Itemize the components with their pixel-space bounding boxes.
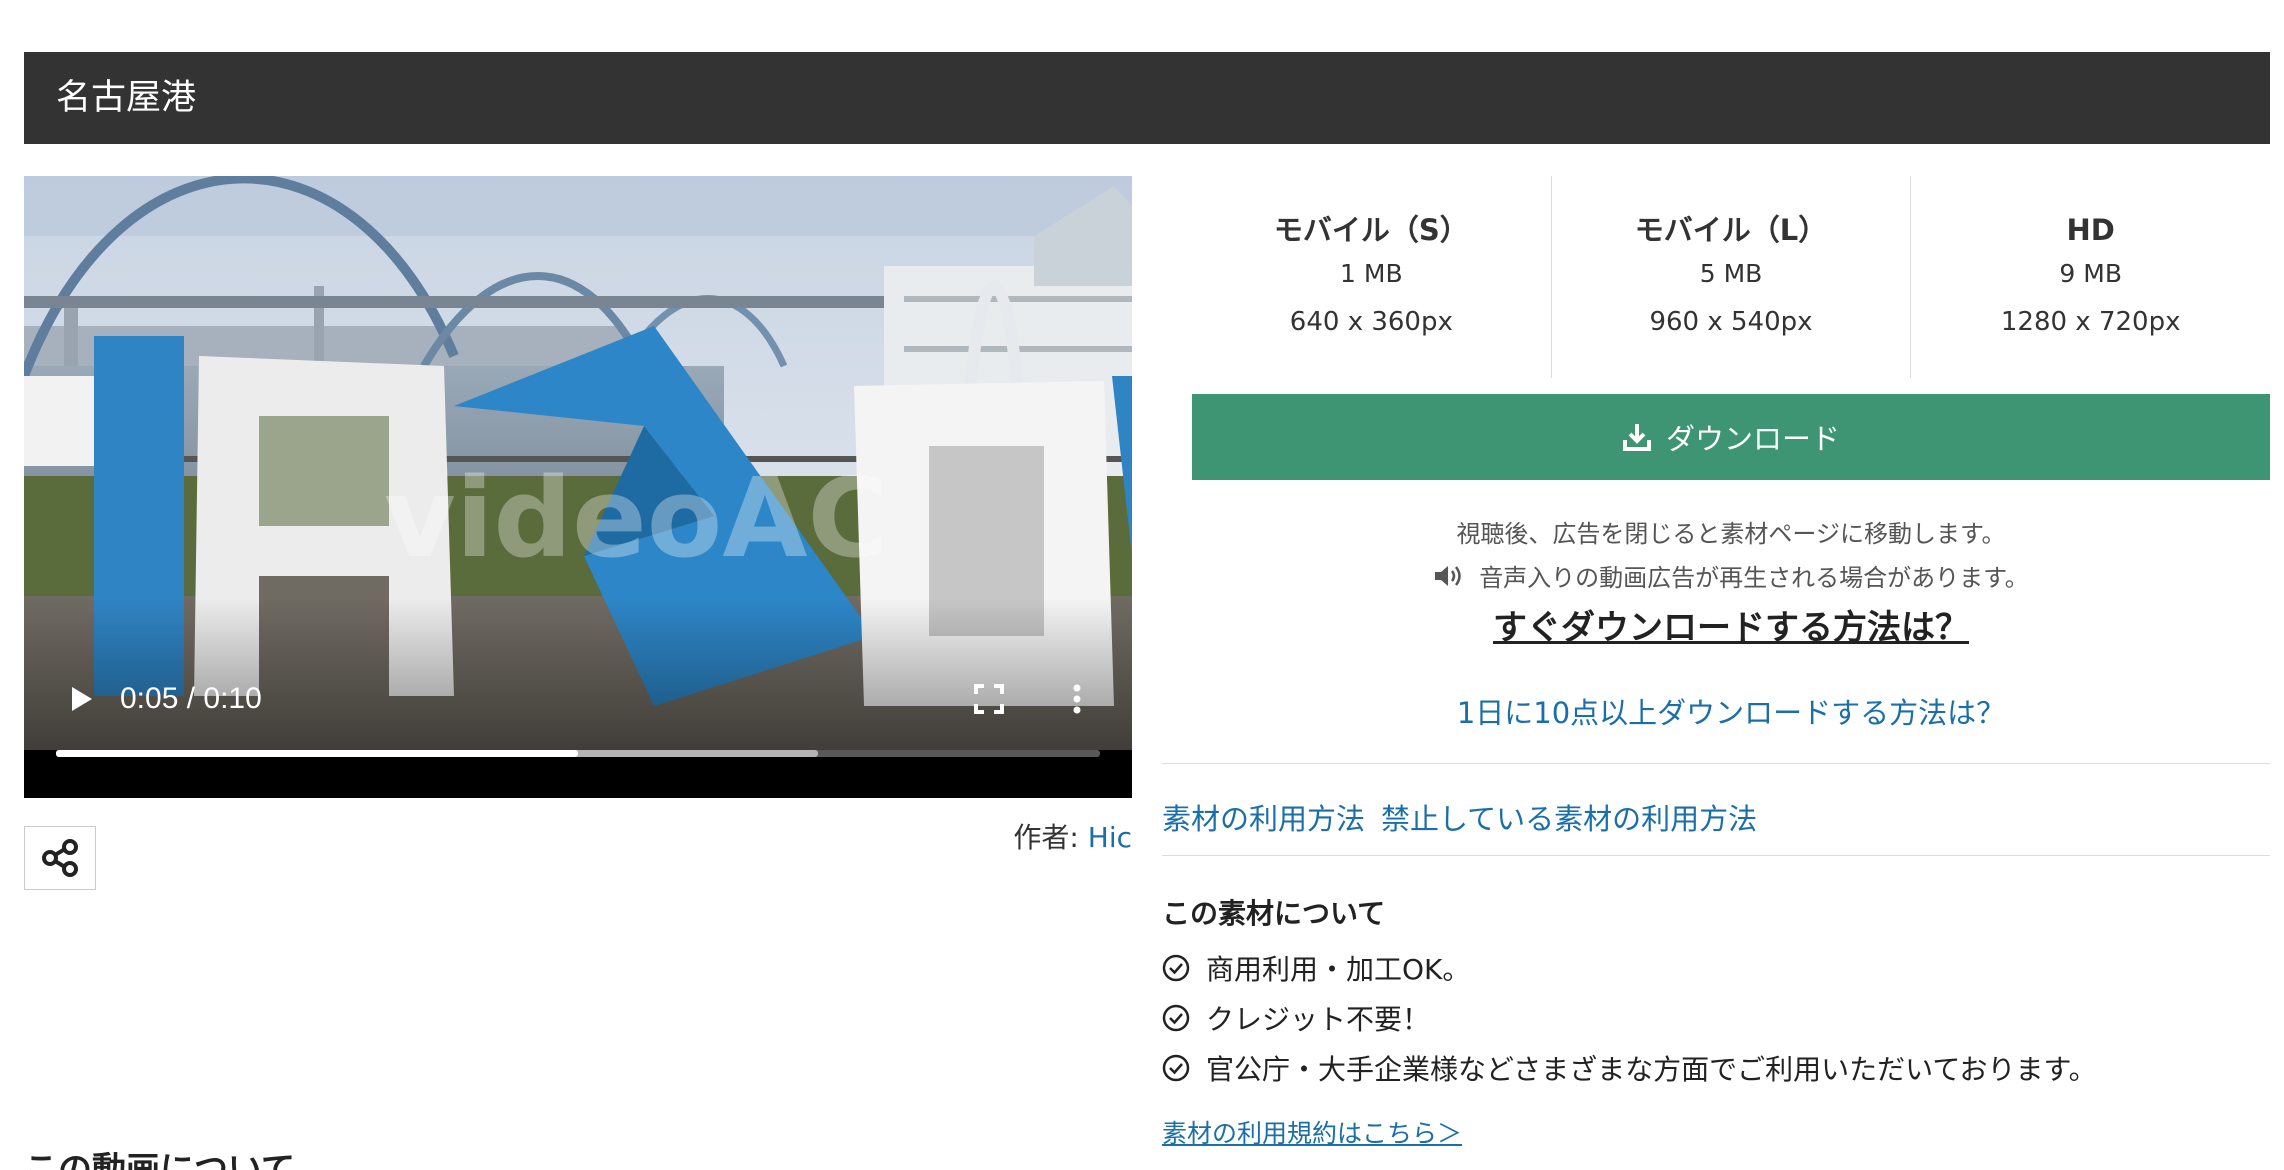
check-circle-icon (1162, 1054, 1190, 1082)
more-vert-icon (1073, 684, 1081, 714)
page-title: 名古屋港 (24, 52, 2270, 144)
about-material-heading: この素材について (1162, 897, 1386, 930)
fullscreen-icon (974, 684, 1004, 714)
check-circle-icon (1162, 1004, 1190, 1032)
usage-links: 素材の利用方法 禁止している素材の利用方法 (1162, 796, 1757, 838)
feature-item: 官公庁・大手企業様などさまざまな方面でご利用いただいております。 (1162, 1048, 2097, 1088)
download-button[interactable]: ダウンロード (1192, 394, 2270, 480)
watermark-text: videoAC (384, 454, 888, 582)
feature-text: クレジット不要！ (1206, 1003, 1431, 1036)
feature-text: 商用利用・加工OK。 (1206, 953, 1471, 986)
share-button[interactable] (24, 826, 96, 890)
feature-item: クレジット不要！ (1162, 998, 1430, 1038)
download-icon (1622, 424, 1651, 451)
usage-link[interactable]: 素材の利用方法 (1162, 796, 1365, 838)
size-name: HD (2066, 213, 2115, 247)
size-options: モバイル（S） 1 MB 640 x 360px モバイル（L） 5 MB 96… (1192, 176, 2270, 378)
size-resolution: 960 x 540px (1649, 307, 1813, 337)
author-credit: 作者: Hic (900, 818, 1132, 858)
terms-link[interactable]: 素材の利用規約はこちら＞ (1162, 1114, 1462, 1150)
audio-ad-text: 音声入りの動画広告が再生される場合があります。 (1479, 564, 2029, 592)
more-options-button[interactable] (1068, 682, 1086, 716)
video-player[interactable]: videoAC 0:05 / 0:10 (24, 176, 1132, 798)
fullscreen-button[interactable] (972, 682, 1006, 716)
ad-notice: 視聴後、広告を閉じると素材ページに移動します。 (1456, 520, 2006, 548)
check-circle-icon (1162, 954, 1190, 982)
size-resolution: 640 x 360px (1289, 307, 1453, 337)
size-option-mobile-s[interactable]: モバイル（S） 1 MB 640 x 360px (1192, 176, 1552, 378)
size-filesize: 1 MB (1340, 259, 1403, 288)
size-filesize: 5 MB (1699, 259, 1763, 288)
author-link[interactable]: Hic (1088, 821, 1132, 854)
prohibited-usage-link[interactable]: 禁止している素材の利用方法 (1381, 796, 1757, 838)
divider (1162, 855, 2270, 856)
seek-bar[interactable] (56, 750, 1100, 757)
played-bar (56, 750, 578, 757)
time-display: 0:05 / 0:10 (120, 682, 262, 715)
about-video-heading: この動画について (24, 1150, 295, 1170)
controls-band (24, 750, 1132, 798)
play-icon (72, 687, 92, 711)
size-filesize: 9 MB (2059, 259, 2122, 288)
author-label: 作者: (1013, 821, 1088, 854)
quick-download-howto-link[interactable]: すぐダウンロードする方法は？ (1162, 600, 2284, 649)
size-option-mobile-l[interactable]: モバイル（L） 5 MB 960 x 540px (1552, 176, 1912, 378)
size-name: モバイル（L） (1634, 213, 1828, 247)
divider (1162, 763, 2270, 764)
download-label: ダウンロード (1665, 422, 1840, 456)
play-button[interactable] (62, 679, 102, 719)
size-name: モバイル（S） (1273, 213, 1469, 247)
share-icon (42, 839, 78, 877)
size-resolution: 1280 x 720px (2000, 307, 2181, 337)
feature-item: 商用利用・加工OK。 (1162, 948, 1470, 988)
feature-text: 官公庁・大手企業様などさまざまな方面でご利用いただいております。 (1206, 1053, 2097, 1086)
speaker-icon (1435, 565, 1461, 586)
ten-plus-download-link[interactable]: 1日に10点以上ダウンロードする方法は？ (1162, 690, 2284, 732)
audio-ad-notice: 音声入りの動画広告が再生される場合があります。 (1162, 558, 2284, 593)
size-option-hd[interactable]: HD 9 MB 1280 x 720px (1911, 176, 2270, 378)
